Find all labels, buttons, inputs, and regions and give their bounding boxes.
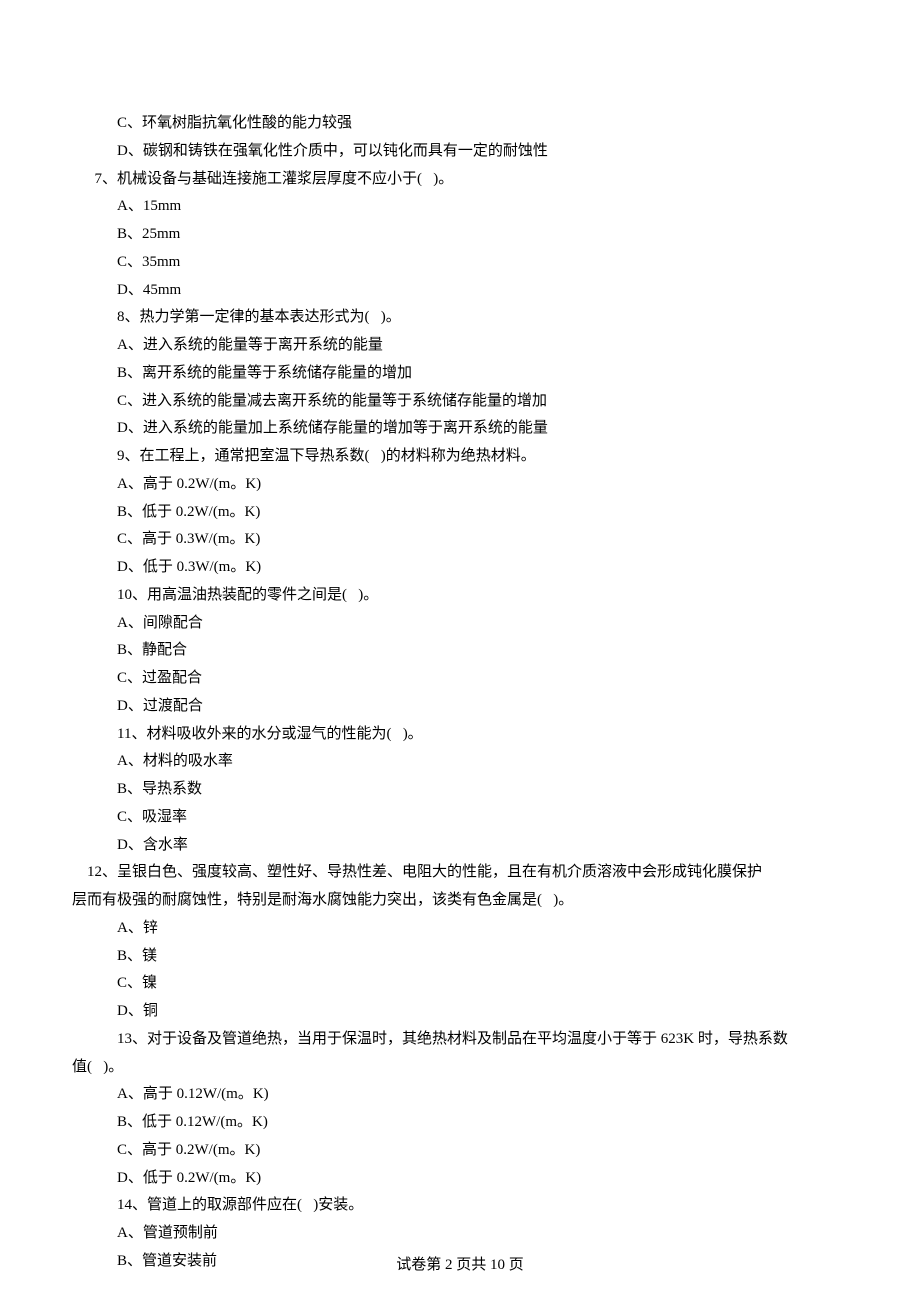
option-d: D、进入系统的能量加上系统储存能量的增加等于离开系统的能量 — [72, 415, 848, 443]
option-b: B、静配合 — [72, 637, 848, 665]
option-d: D、铜 — [72, 998, 848, 1026]
option-a: A、15mm — [72, 193, 848, 221]
option-b: B、离开系统的能量等于系统储存能量的增加 — [72, 360, 848, 388]
option-c: C、吸湿率 — [72, 804, 848, 832]
question-7: 7、机械设备与基础连接施工灌浆层厚度不应小于( )。 — [72, 166, 848, 194]
option-b: B、镁 — [72, 943, 848, 971]
option-d: D、45mm — [72, 277, 848, 305]
option-c: C、镍 — [72, 970, 848, 998]
option-c: C、高于 0.2W/(m。K) — [72, 1137, 848, 1165]
option-a: A、高于 0.2W/(m。K) — [72, 471, 848, 499]
option-a: A、锌 — [72, 915, 848, 943]
question-14: 14、管道上的取源部件应在( )安装。 — [72, 1192, 848, 1220]
question-13-line1: 13、对于设备及管道绝热，当用于保温时，其绝热材料及制品在平均温度小于等于 62… — [72, 1026, 848, 1054]
question-12-line1: 12、呈银白色、强度较高、塑性好、导热性差、电阻大的性能，且在有机介质溶液中会形… — [72, 859, 848, 887]
option-c: C、35mm — [72, 249, 848, 277]
option-a: A、间隙配合 — [72, 610, 848, 638]
option-c: C、高于 0.3W/(m。K) — [72, 526, 848, 554]
option-d: D、碳钢和铸铁在强氧化性介质中，可以钝化而具有一定的耐蚀性 — [72, 138, 848, 166]
option-b: B、25mm — [72, 221, 848, 249]
document-page: C、环氧树脂抗氧化性酸的能力较强 D、碳钢和铸铁在强氧化性介质中，可以钝化而具有… — [0, 0, 920, 1316]
question-9: 9、在工程上，通常把室温下导热系数( )的材料称为绝热材料。 — [72, 443, 848, 471]
option-c: C、过盈配合 — [72, 665, 848, 693]
question-8: 8、热力学第一定律的基本表达形式为( )。 — [72, 304, 848, 332]
option-b: B、低于 0.2W/(m。K) — [72, 499, 848, 527]
option-b: B、低于 0.12W/(m。K) — [72, 1109, 848, 1137]
option-a: A、材料的吸水率 — [72, 748, 848, 776]
option-c: C、进入系统的能量减去离开系统的能量等于系统储存能量的增加 — [72, 388, 848, 416]
question-10: 10、用高温油热装配的零件之间是( )。 — [72, 582, 848, 610]
option-d: D、含水率 — [72, 832, 848, 860]
option-d: D、过渡配合 — [72, 693, 848, 721]
option-a: A、管道预制前 — [72, 1220, 848, 1248]
page-footer: 试卷第 2 页共 10 页 — [0, 1252, 920, 1280]
option-d: D、低于 0.2W/(m。K) — [72, 1165, 848, 1193]
option-b: B、导热系数 — [72, 776, 848, 804]
option-c: C、环氧树脂抗氧化性酸的能力较强 — [72, 110, 848, 138]
question-12-line2: 层而有极强的耐腐蚀性，特别是耐海水腐蚀能力突出，该类有色金属是( )。 — [72, 887, 848, 915]
option-d: D、低于 0.3W/(m。K) — [72, 554, 848, 582]
question-13-line2: 值( )。 — [72, 1054, 848, 1082]
option-a: A、高于 0.12W/(m。K) — [72, 1081, 848, 1109]
question-11: 11、材料吸收外来的水分或湿气的性能为( )。 — [72, 721, 848, 749]
option-a: A、进入系统的能量等于离开系统的能量 — [72, 332, 848, 360]
